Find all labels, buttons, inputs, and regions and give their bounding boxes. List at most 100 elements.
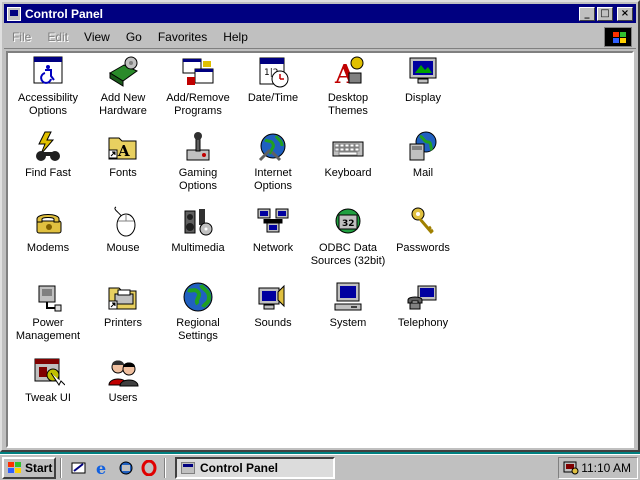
item-label: Gaming Options xyxy=(178,167,218,192)
computer-icon xyxy=(331,280,365,314)
item-label: Add New Hardware xyxy=(99,92,147,117)
menu-go[interactable]: Go xyxy=(118,30,150,44)
tray-status-icon[interactable] xyxy=(563,461,579,475)
clock[interactable]: 11:10 AM xyxy=(581,461,631,475)
accessibility-icon xyxy=(31,55,65,89)
item-label: Modems xyxy=(26,242,70,254)
item-label: Passwords xyxy=(396,242,450,254)
item-label: Date/Time xyxy=(247,92,299,104)
item-desktop-themes[interactable]: A Desktop Themes xyxy=(310,55,386,118)
item-date-time[interactable]: 1|2 Date/Time xyxy=(235,55,311,105)
item-label: Regional Settings xyxy=(176,317,220,342)
menu-help[interactable]: Help xyxy=(215,30,256,44)
keyboard-icon xyxy=(331,130,365,164)
power-plug-icon xyxy=(31,280,65,314)
item-multimedia[interactable]: Multimedia xyxy=(160,205,236,255)
item-power-management[interactable]: Power Management xyxy=(10,280,86,343)
item-label: Accessibility Options xyxy=(18,92,78,117)
item-label: Mail xyxy=(412,167,434,179)
modem-phone-icon xyxy=(31,205,65,239)
close-button[interactable]: × xyxy=(617,6,633,21)
internet-explorer-icon[interactable]: e xyxy=(94,459,112,477)
taskbar-separator xyxy=(164,458,166,478)
taskbar-button-control-panel[interactable]: Control Panel xyxy=(175,457,335,479)
find-fast-icon xyxy=(31,130,65,164)
menu-view[interactable]: View xyxy=(76,30,118,44)
item-label: Tweak UI xyxy=(25,392,71,404)
add-hardware-icon xyxy=(106,55,140,89)
item-printers[interactable]: Printers xyxy=(85,280,161,330)
system-tray: 11:10 AM xyxy=(558,457,638,479)
item-system[interactable]: System xyxy=(310,280,386,330)
keys-icon xyxy=(406,205,440,239)
item-fonts[interactable]: A Fonts xyxy=(85,130,161,180)
taskbar: Start e Control Panel 11:10 AM xyxy=(0,454,640,480)
item-tweak-ui[interactable]: Tweak UI xyxy=(10,355,86,405)
control-panel-items: Accessibility Options Add New Hardware A… xyxy=(6,51,634,448)
item-mail[interactable]: Mail xyxy=(385,130,461,180)
item-label: Printers xyxy=(104,317,142,329)
telephone-computer-icon xyxy=(406,280,440,314)
globe-tools-icon xyxy=(256,130,290,164)
item-label: System xyxy=(329,317,367,329)
users-icon xyxy=(106,355,140,389)
channels-icon[interactable] xyxy=(117,459,135,477)
item-label: Find Fast xyxy=(25,167,71,179)
opera-icon[interactable] xyxy=(140,459,158,477)
item-add-new-hardware[interactable]: Add New Hardware xyxy=(85,55,161,118)
item-add-remove-programs[interactable]: Add/Remove Programs xyxy=(160,55,236,118)
item-keyboard[interactable]: Keyboard xyxy=(310,130,386,180)
globe-icon xyxy=(181,280,215,314)
menu-edit[interactable]: Edit xyxy=(39,30,76,44)
item-gaming-options[interactable]: Gaming Options xyxy=(160,130,236,193)
item-display[interactable]: Display xyxy=(385,55,461,105)
speaker-icon xyxy=(256,280,290,314)
multimedia-icon xyxy=(181,205,215,239)
item-sounds[interactable]: Sounds xyxy=(235,280,311,330)
svg-text:32: 32 xyxy=(342,219,355,229)
joystick-icon xyxy=(181,130,215,164)
start-label: Start xyxy=(25,461,53,475)
title-bar[interactable]: Control Panel _ □ × xyxy=(4,4,636,23)
fonts-folder-icon: A xyxy=(106,130,140,164)
item-label: Telephony xyxy=(397,317,449,329)
menu-file[interactable]: File xyxy=(4,30,39,44)
item-label: Keyboard xyxy=(324,167,372,179)
item-label: Power Management xyxy=(15,317,81,342)
start-button[interactable]: Start xyxy=(2,457,56,479)
item-odbc-data-sources[interactable]: 32 ODBC Data Sources (32bit) xyxy=(310,205,386,268)
display-icon xyxy=(406,55,440,89)
item-users[interactable]: Users xyxy=(85,355,161,405)
desktop-themes-icon: A xyxy=(331,55,365,90)
item-modems[interactable]: Modems xyxy=(10,205,86,255)
item-label: Desktop Themes xyxy=(327,92,369,117)
tweak-ui-icon xyxy=(31,355,66,389)
menu-favorites[interactable]: Favorites xyxy=(150,30,215,44)
maximize-button[interactable]: □ xyxy=(597,6,613,21)
item-telephony[interactable]: Telephony xyxy=(385,280,461,330)
show-desktop-icon[interactable] xyxy=(70,459,88,477)
mouse-icon xyxy=(106,205,140,239)
item-label: Display xyxy=(404,92,442,104)
item-network[interactable]: Network xyxy=(235,205,311,255)
taskbar-separator xyxy=(60,458,62,478)
item-mouse[interactable]: Mouse xyxy=(85,205,161,255)
item-find-fast[interactable]: Find Fast xyxy=(10,130,86,180)
control-panel-icon xyxy=(181,462,195,474)
item-accessibility-options[interactable]: Accessibility Options xyxy=(10,55,86,118)
item-regional-settings[interactable]: Regional Settings xyxy=(160,280,236,343)
item-internet-options[interactable]: Internet Options xyxy=(235,130,311,193)
control-panel-icon[interactable] xyxy=(7,6,21,21)
taskbar-button-label: Control Panel xyxy=(200,461,279,475)
item-passwords[interactable]: Passwords xyxy=(385,205,461,255)
item-label: ODBC Data Sources (32bit) xyxy=(310,242,386,267)
calendar-clock-icon: 1|2 xyxy=(256,55,290,89)
item-label: Multimedia xyxy=(171,242,225,254)
printer-folder-icon xyxy=(106,280,140,314)
item-label: Internet Options xyxy=(254,167,292,192)
minimize-button[interactable]: _ xyxy=(579,6,595,21)
network-icon xyxy=(256,205,290,239)
windows-flag-icon xyxy=(8,462,22,474)
item-label: Add/Remove Programs xyxy=(166,92,230,117)
windows-logo-icon xyxy=(604,27,632,47)
